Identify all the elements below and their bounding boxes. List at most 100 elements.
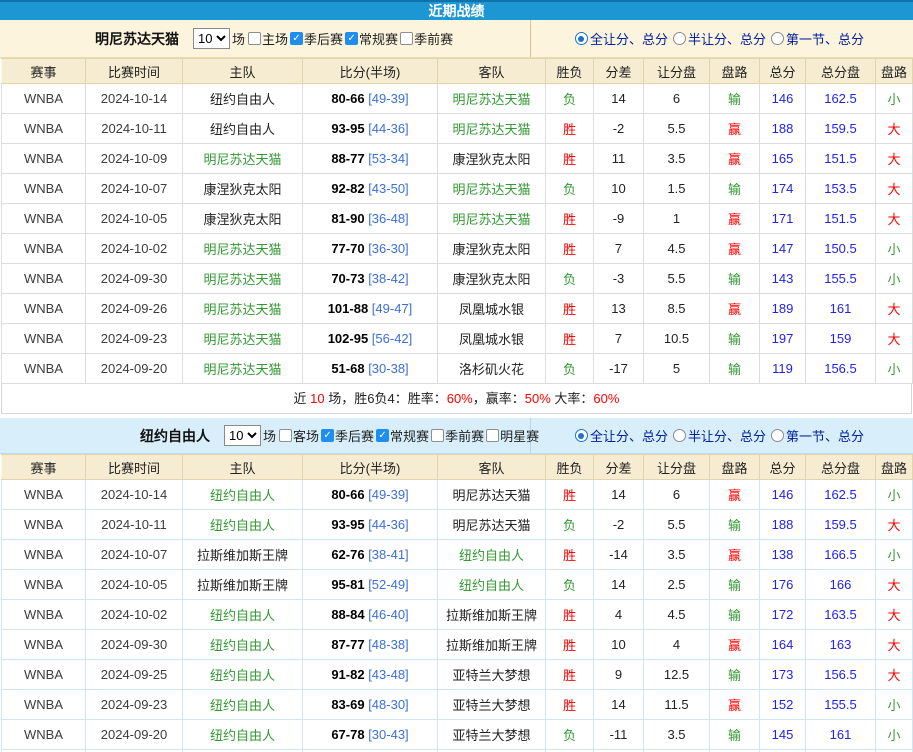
checked-checkbox-icon[interactable]: ✓ xyxy=(376,429,389,442)
total-line-cell: 156.5 xyxy=(806,660,876,690)
total-line-cell: 161 xyxy=(806,294,876,324)
checked-checkbox-icon[interactable]: ✓ xyxy=(290,32,303,45)
checked-checkbox-icon[interactable]: ✓ xyxy=(345,32,358,45)
home-team-cell: 明尼苏达天猫 xyxy=(183,144,303,174)
ou-result-cell: 大 xyxy=(876,570,913,600)
radio-label[interactable]: 第一节、总分 xyxy=(786,29,864,48)
total-cell: 147 xyxy=(760,234,806,264)
home-team-cell: 康涅狄克太阳 xyxy=(183,204,303,234)
away-team-cell: 亚特兰大梦想 xyxy=(438,660,546,690)
home-team-cell: 纽约自由人 xyxy=(183,480,303,510)
diff-cell: 4 xyxy=(594,600,644,630)
away-team-cell: 亚特兰大梦想 xyxy=(438,690,546,720)
radio-unselected-icon[interactable] xyxy=(673,32,686,45)
unchecked-checkbox-icon[interactable] xyxy=(248,32,261,45)
handicap-result-cell: 输 xyxy=(710,720,760,750)
total-cell: 188 xyxy=(760,510,806,540)
total-cell: 174 xyxy=(760,174,806,204)
home-team-cell: 纽约自由人 xyxy=(183,510,303,540)
column-header: 客队 xyxy=(438,455,546,480)
diff-cell: -17 xyxy=(594,354,644,384)
handicap-cell: 3.5 xyxy=(644,144,710,174)
home-team-cell: 拉斯维加斯王牌 xyxy=(183,570,303,600)
checkbox-label[interactable]: 季前赛 xyxy=(445,426,484,445)
column-header: 总分 xyxy=(760,455,806,480)
date-cell: 2024-09-30 xyxy=(86,264,183,294)
total-line-cell: 155.5 xyxy=(806,264,876,294)
diff-cell: 9 xyxy=(594,660,644,690)
radio-label[interactable]: 全让分、总分 xyxy=(590,426,668,445)
column-header: 让分盘 xyxy=(644,59,710,84)
games-count-select[interactable]: 10 xyxy=(193,28,230,49)
handicap-result-cell: 赢 xyxy=(710,690,760,720)
result-cell: 胜 xyxy=(546,660,594,690)
unchecked-checkbox-icon[interactable] xyxy=(279,429,292,442)
final-score: 62-76 xyxy=(331,547,364,562)
score-cell: 87-77 [48-38] xyxy=(303,630,438,660)
handicap-result-cell: 赢 xyxy=(710,234,760,264)
away-team-cell: 凤凰城水银 xyxy=(438,324,546,354)
ou-result-cell: 小 xyxy=(876,84,913,114)
date-cell: 2024-09-20 xyxy=(86,354,183,384)
column-header: 赛事 xyxy=(2,59,86,84)
summary-segment: 大率： xyxy=(551,391,594,406)
radio-unselected-icon[interactable] xyxy=(771,32,784,45)
score-cell: 51-68 [30-38] xyxy=(303,354,438,384)
handicap-result-cell: 输 xyxy=(710,600,760,630)
total-cell: 146 xyxy=(760,480,806,510)
score-cell: 70-73 [38-42] xyxy=(303,264,438,294)
handicap-cell: 4.5 xyxy=(644,600,710,630)
checkbox-label[interactable]: 季后赛 xyxy=(335,426,374,445)
ou-result-cell: 大 xyxy=(876,294,913,324)
handicap-result-cell: 输 xyxy=(710,324,760,354)
ou-result-cell: 小 xyxy=(876,540,913,570)
radio-label[interactable]: 半让分、总分 xyxy=(688,29,766,48)
handicap-cell: 10.5 xyxy=(644,324,710,354)
score-cell: 81-90 [36-48] xyxy=(303,204,438,234)
radio-group: 全让分、总分 半让分、总分 第一节、总分 xyxy=(531,20,913,57)
handicap-result-cell: 输 xyxy=(710,84,760,114)
away-team-cell: 明尼苏达天猫 xyxy=(438,114,546,144)
radio-unselected-icon[interactable] xyxy=(673,429,686,442)
radio-label[interactable]: 全让分、总分 xyxy=(590,29,668,48)
diff-cell: -11 xyxy=(594,720,644,750)
checkbox-label[interactable]: 季后赛 xyxy=(304,29,343,48)
checkbox-label[interactable]: 常规赛 xyxy=(390,426,429,445)
score-cell: 101-88 [49-47] xyxy=(303,294,438,324)
result-cell: 胜 xyxy=(546,324,594,354)
final-score: 92-82 xyxy=(331,181,364,196)
total-line-cell: 159.5 xyxy=(806,510,876,540)
home-team-cell: 康涅狄克太阳 xyxy=(183,174,303,204)
handicap-result-cell: 输 xyxy=(710,570,760,600)
checkbox-label[interactable]: 季前赛 xyxy=(414,29,453,48)
unchecked-checkbox-icon[interactable] xyxy=(431,429,444,442)
table-header-row: 赛事比赛时间主队比分(半场)客队胜负分差让分盘盘路总分总分盘盘路 xyxy=(2,59,913,84)
column-header: 盘路 xyxy=(710,59,760,84)
games-count-suffix: 场 xyxy=(232,29,245,48)
checkbox-label[interactable]: 常规赛 xyxy=(359,29,398,48)
league-cell: WNBA xyxy=(2,480,86,510)
radio-selected-icon[interactable] xyxy=(575,32,588,45)
handicap-result-cell: 输 xyxy=(710,660,760,690)
score-cell: 91-82 [43-48] xyxy=(303,660,438,690)
summary-segment: 10 xyxy=(310,391,324,406)
ou-result-cell: 小 xyxy=(876,720,913,750)
checkbox-label[interactable]: 客场 xyxy=(293,426,319,445)
radio-label[interactable]: 第一节、总分 xyxy=(786,426,864,445)
radio-label[interactable]: 半让分、总分 xyxy=(688,426,766,445)
checkbox-label[interactable]: 主场 xyxy=(262,29,288,48)
date-cell: 2024-10-14 xyxy=(86,84,183,114)
away-team-cell: 纽约自由人 xyxy=(438,570,546,600)
checked-checkbox-icon[interactable]: ✓ xyxy=(321,429,334,442)
final-score: 81-90 xyxy=(331,211,364,226)
unchecked-checkbox-icon[interactable] xyxy=(486,429,499,442)
radio-selected-icon[interactable] xyxy=(575,429,588,442)
column-header: 比赛时间 xyxy=(86,455,183,480)
score-cell: 77-70 [36-30] xyxy=(303,234,438,264)
games-count-select[interactable]: 10 xyxy=(224,425,261,446)
result-cell: 负 xyxy=(546,354,594,384)
radio-unselected-icon[interactable] xyxy=(771,429,784,442)
total-cell: 176 xyxy=(760,570,806,600)
unchecked-checkbox-icon[interactable] xyxy=(400,32,413,45)
result-cell: 负 xyxy=(546,720,594,750)
